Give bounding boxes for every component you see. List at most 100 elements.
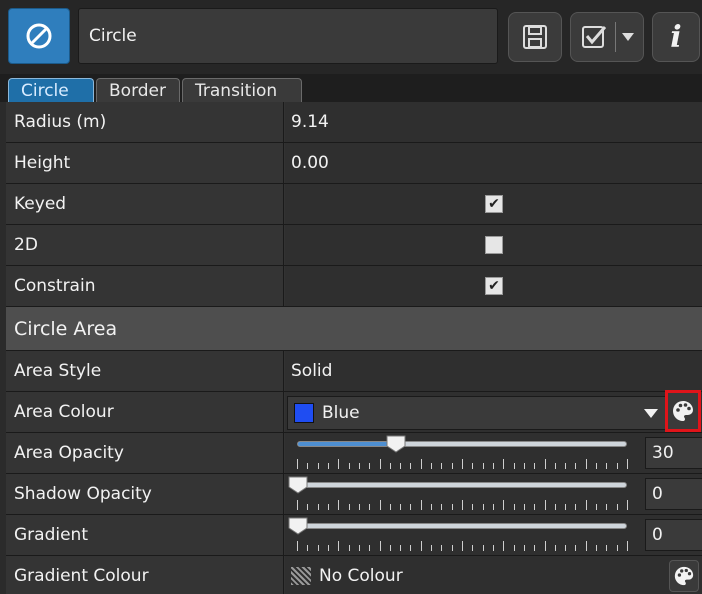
radius-field[interactable]: 9.14 xyxy=(285,102,702,142)
slider-tick xyxy=(400,504,401,510)
slider-tick xyxy=(359,463,360,469)
shadow-opacity-slider[interactable] xyxy=(288,476,627,494)
area-opacity-field[interactable]: 30 xyxy=(645,437,702,469)
slider-tick xyxy=(534,504,535,510)
slider-tick xyxy=(586,459,587,469)
slider-thumb[interactable] xyxy=(288,476,308,494)
slider-tick xyxy=(606,504,607,510)
slider-thumb[interactable] xyxy=(386,435,406,453)
object-name-field[interactable]: Circle xyxy=(78,8,498,64)
palette-icon xyxy=(674,566,694,586)
slider-tick xyxy=(472,463,473,469)
slider-ticks xyxy=(297,500,628,510)
no-colour-swatch xyxy=(291,567,311,585)
gradient-colour-value[interactable]: No Colour xyxy=(319,566,403,586)
slider-tick xyxy=(596,545,597,551)
slider-tick xyxy=(369,504,370,510)
chevron-down-icon[interactable] xyxy=(644,409,658,418)
property-row-radius: Radius (m) 9.14 xyxy=(6,102,702,143)
slider-tick xyxy=(545,500,546,510)
height-field[interactable]: 0.00 xyxy=(285,143,702,183)
validate-menu-button[interactable] xyxy=(570,12,644,62)
property-row-height: Height 0.00 xyxy=(6,143,702,184)
slider-tick xyxy=(596,504,597,510)
slider-tick xyxy=(617,504,618,510)
slider-tick xyxy=(617,545,618,551)
gradient-label: Gradient xyxy=(6,515,284,555)
slider-tick xyxy=(431,504,432,510)
slider-tick xyxy=(359,545,360,551)
gradient-slider[interactable] xyxy=(288,517,627,535)
property-row-2d: 2D xyxy=(6,225,702,266)
slider-tick xyxy=(328,504,329,510)
info-icon: i xyxy=(670,19,682,55)
slider-tick xyxy=(514,545,515,551)
slider-tick xyxy=(452,504,453,510)
slider-tick xyxy=(410,504,411,510)
slider-tick xyxy=(369,545,370,551)
constrain-label: Constrain xyxy=(6,266,284,306)
check-icon xyxy=(581,26,606,48)
slider-thumb[interactable] xyxy=(288,517,308,535)
shadow-opacity-field[interactable]: 0 xyxy=(645,478,702,510)
slider-tick xyxy=(627,500,628,510)
area-colour-label: Area Colour xyxy=(6,392,284,432)
area-colour-dropdown[interactable]: Blue xyxy=(287,396,667,430)
tab-border[interactable]: Border xyxy=(96,78,180,102)
section-header-circle-area[interactable]: Circle Area xyxy=(6,307,702,351)
slider-tick xyxy=(338,541,339,551)
slider-tick xyxy=(410,545,411,551)
slider-tick xyxy=(338,500,339,510)
slider-tick xyxy=(380,500,381,510)
slider-tick xyxy=(297,459,298,469)
slider-tick xyxy=(565,545,566,551)
property-row-gradient: Gradient 0 xyxy=(6,515,702,556)
slider-tick xyxy=(472,504,473,510)
slider-tick xyxy=(606,463,607,469)
property-grid: Radius (m) 9.14 Height 0.00 Keyed ✔ 2D C… xyxy=(6,102,702,594)
slider-tick xyxy=(328,463,329,469)
property-row-shadow-opacity: Shadow Opacity 0 xyxy=(6,474,702,515)
slider-ticks xyxy=(297,541,628,551)
slider-tick xyxy=(421,459,422,469)
slider-tick xyxy=(410,463,411,469)
area-opacity-slider[interactable] xyxy=(297,435,627,453)
info-button[interactable]: i xyxy=(652,12,700,62)
slider-tick xyxy=(534,545,535,551)
2d-checkbox[interactable] xyxy=(485,236,503,254)
slider-tick xyxy=(349,463,350,469)
no-entry-circle-icon[interactable] xyxy=(8,8,70,64)
area-style-label: Area Style xyxy=(6,351,284,391)
keyed-checkbox[interactable]: ✔ xyxy=(485,195,503,213)
slider-tick xyxy=(318,504,319,510)
property-row-gradient-colour: Gradient Colour No Colour xyxy=(6,556,702,594)
slider-tick xyxy=(565,504,566,510)
property-row-area-style: Area Style Solid xyxy=(6,351,702,392)
chevron-down-icon xyxy=(621,33,634,41)
area-colour-palette-button[interactable] xyxy=(665,390,701,432)
slider-tick xyxy=(493,545,494,551)
slider-tick xyxy=(575,504,576,510)
constrain-checkbox[interactable]: ✔ xyxy=(485,277,503,295)
slider-tick xyxy=(627,541,628,551)
save-button[interactable] xyxy=(508,12,562,62)
colour-swatch xyxy=(294,403,314,423)
slider-tick xyxy=(555,463,556,469)
properties-header: Circle i xyxy=(0,0,702,74)
gradient-colour-palette-button[interactable] xyxy=(669,560,699,592)
slider-tick xyxy=(503,500,504,510)
slider-tick xyxy=(390,463,391,469)
gradient-field[interactable]: 0 xyxy=(645,519,702,551)
slider-tick xyxy=(483,545,484,551)
slider-tick xyxy=(514,504,515,510)
slider-tick xyxy=(483,504,484,510)
slider-tick xyxy=(400,545,401,551)
tab-circle[interactable]: Circle xyxy=(8,78,94,102)
slider-tick xyxy=(627,459,628,469)
slider-tick xyxy=(524,504,525,510)
area-style-field[interactable]: Solid xyxy=(285,351,702,391)
tab-transition[interactable]: Transition xyxy=(182,78,302,102)
slider-tick xyxy=(421,541,422,551)
slider-tick xyxy=(462,500,463,510)
slider-tick xyxy=(617,463,618,469)
